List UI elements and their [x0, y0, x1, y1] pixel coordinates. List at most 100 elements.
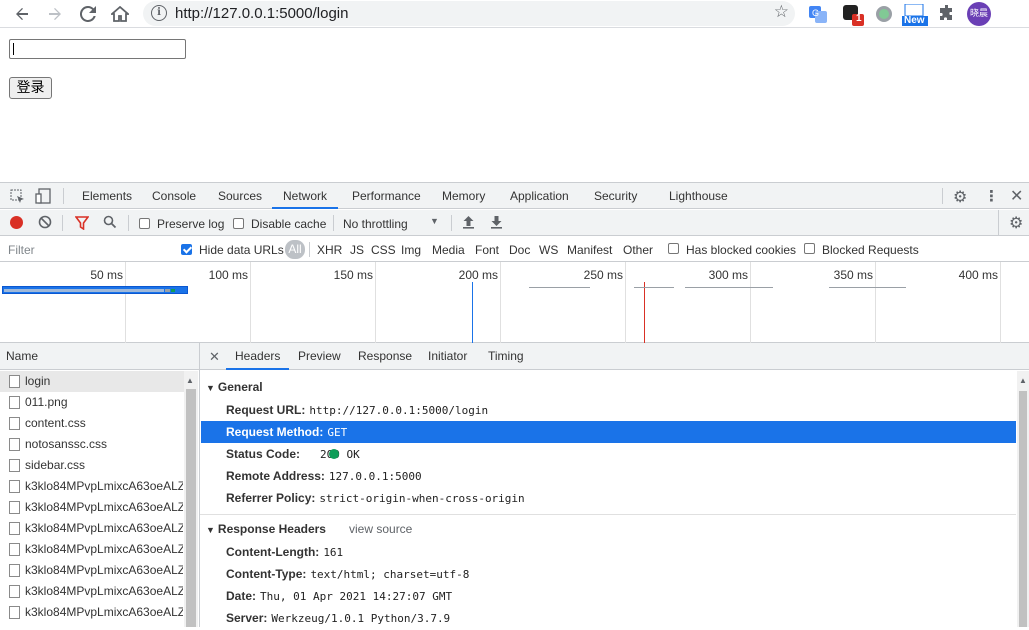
- header-key: Referrer Policy:: [226, 491, 316, 505]
- request-row-login[interactable]: login: [0, 371, 184, 392]
- scroll-up-arrow-icon[interactable]: ▲: [186, 376, 194, 385]
- profile-avatar[interactable]: 晓晨: [967, 2, 991, 26]
- device-toolbar-icon[interactable]: [35, 188, 51, 207]
- divider: [128, 215, 129, 231]
- address-bar[interactable]: i http://127.0.0.1:5000/login ☆: [143, 1, 795, 26]
- filter-type-other[interactable]: Other: [623, 243, 653, 257]
- request-row[interactable]: content.css: [0, 413, 184, 434]
- view-source-link[interactable]: view source: [349, 522, 412, 536]
- filter-type-font[interactable]: Font: [475, 243, 499, 257]
- info-icon[interactable]: i: [151, 5, 167, 21]
- tab-performance[interactable]: Performance: [352, 183, 421, 209]
- clear-icon[interactable]: [38, 215, 52, 232]
- filter-type-all[interactable]: All: [285, 240, 305, 259]
- name-column-header[interactable]: Name: [0, 343, 199, 370]
- translate-extension-icon[interactable]: G: [808, 4, 828, 24]
- devtools-panel: Elements Console Sources Network Perform…: [0, 182, 1029, 627]
- tab-console[interactable]: Console: [152, 183, 196, 209]
- export-har-icon[interactable]: [490, 215, 503, 232]
- blocked-cookies-checkbox[interactable]: [668, 243, 679, 254]
- request-list-scroll-thumb[interactable]: [186, 389, 196, 627]
- blocked-requests-checkbox[interactable]: [804, 243, 815, 254]
- close-devtools-icon[interactable]: ✕: [1010, 186, 1023, 206]
- forward-button[interactable]: [43, 3, 67, 25]
- filter-type-img[interactable]: Img: [401, 243, 421, 257]
- tab-preview[interactable]: Preview: [298, 343, 341, 370]
- divider: [62, 215, 63, 231]
- blocked-cookies-label: Has blocked cookies: [686, 243, 797, 257]
- chevron-down-icon[interactable]: ▼: [430, 216, 439, 226]
- header-key: Date:: [226, 589, 257, 603]
- request-row[interactable]: k3klo84MPvpLmixcA63oeALZ: [0, 497, 184, 518]
- details-scroll-thumb[interactable]: [1019, 391, 1027, 627]
- search-icon[interactable]: [103, 215, 117, 232]
- svg-text:G: G: [812, 8, 819, 18]
- request-row[interactable]: notosanssc.css: [0, 434, 184, 455]
- request-row[interactable]: k3klo84MPvpLmixcA63oeALZ: [0, 539, 184, 560]
- hide-data-urls-checkbox[interactable]: [181, 244, 192, 255]
- request-row[interactable]: k3klo84MPvpLmixcA63oeALZ: [0, 602, 184, 623]
- tab-application[interactable]: Application: [510, 183, 569, 209]
- request-name: notosanssc.css: [25, 437, 108, 451]
- header-value: 127.0.0.1:5000: [328, 470, 422, 483]
- response-headers-section-header[interactable]: ▼ Response Headers: [206, 522, 326, 536]
- hide-data-urls-label: Hide data URLs: [199, 243, 284, 257]
- login-button[interactable]: 登录: [9, 77, 52, 99]
- filter-type-doc[interactable]: Doc: [509, 243, 530, 257]
- timeline-gridline: [125, 262, 126, 343]
- request-row[interactable]: k3klo84MPvpLmixcA63oeALZ: [0, 560, 184, 581]
- scroll-up-arrow-icon[interactable]: ▲: [1019, 376, 1027, 385]
- document-file-icon: [9, 375, 20, 388]
- network-settings-gear-icon[interactable]: ⚙: [1009, 213, 1023, 233]
- request-row[interactable]: k3klo84MPvpLmixcA63oeALZ: [0, 518, 184, 539]
- request-name: 011.png: [25, 395, 68, 409]
- puzzle-extensions-icon[interactable]: [938, 4, 958, 24]
- tab-sources[interactable]: Sources: [218, 183, 262, 209]
- throttling-select[interactable]: No throttling: [343, 217, 408, 231]
- filter-type-media[interactable]: Media: [432, 243, 465, 257]
- header-row-selected[interactable]: Request Method: GET: [201, 421, 1016, 443]
- reload-button[interactable]: [76, 3, 100, 25]
- notification-extension-icon[interactable]: 1: [842, 4, 864, 26]
- tab-response[interactable]: Response: [358, 343, 412, 370]
- header-value: http://127.0.0.1:5000/login: [309, 404, 489, 417]
- filter-type-css[interactable]: CSS: [371, 243, 396, 257]
- request-row[interactable]: k3klo84MPvpLmixcA63oeALZ: [0, 581, 184, 602]
- filter-funnel-icon[interactable]: [74, 216, 90, 233]
- filter-type-js[interactable]: JS: [350, 243, 364, 257]
- tab-headers[interactable]: Headers: [226, 343, 290, 370]
- import-har-icon[interactable]: [462, 215, 475, 232]
- disable-cache-checkbox[interactable]: [233, 218, 244, 229]
- tab-elements[interactable]: Elements: [82, 183, 132, 209]
- login-input[interactable]: [9, 39, 186, 59]
- close-details-icon[interactable]: ✕: [209, 349, 220, 365]
- filter-type-xhr[interactable]: XHR: [317, 243, 342, 257]
- new-badge: New: [904, 15, 925, 26]
- request-row[interactable]: 011.png: [0, 392, 184, 413]
- new-extension-icon[interactable]: New: [902, 3, 928, 26]
- record-icon[interactable]: [10, 216, 23, 229]
- back-button[interactable]: [10, 3, 34, 25]
- filter-input[interactable]: Filter: [2, 239, 168, 259]
- tab-timing[interactable]: Timing: [488, 343, 524, 370]
- network-overview-timeline[interactable]: 50 ms 100 ms 150 ms 200 ms 250 ms 300 ms…: [0, 262, 1029, 343]
- tab-network[interactable]: Network: [272, 183, 339, 209]
- tab-initiator[interactable]: Initiator: [428, 343, 467, 370]
- tab-security[interactable]: Security: [594, 183, 637, 209]
- filter-type-manifest[interactable]: Manifest: [567, 243, 612, 257]
- home-button[interactable]: [108, 3, 132, 25]
- tab-memory[interactable]: Memory: [442, 183, 485, 209]
- inspect-element-icon[interactable]: [10, 189, 25, 207]
- section-title: General: [217, 380, 263, 394]
- preserve-log-checkbox[interactable]: [139, 218, 150, 229]
- tick-label: 100 ms: [208, 268, 248, 282]
- more-options-icon[interactable]: ⋮: [984, 187, 999, 205]
- request-row[interactable]: sidebar.css: [0, 455, 184, 476]
- request-row[interactable]: k3klo84MPvpLmixcA63oeALZ: [0, 476, 184, 497]
- filter-type-ws[interactable]: WS: [539, 243, 558, 257]
- general-section-header[interactable]: ▼ General: [206, 380, 263, 394]
- settings-gear-icon[interactable]: ⚙: [953, 187, 967, 207]
- circle-extension-icon[interactable]: [874, 4, 894, 24]
- tab-lighthouse[interactable]: Lighthouse: [669, 183, 728, 209]
- bookmark-star-icon[interactable]: ☆: [774, 2, 789, 22]
